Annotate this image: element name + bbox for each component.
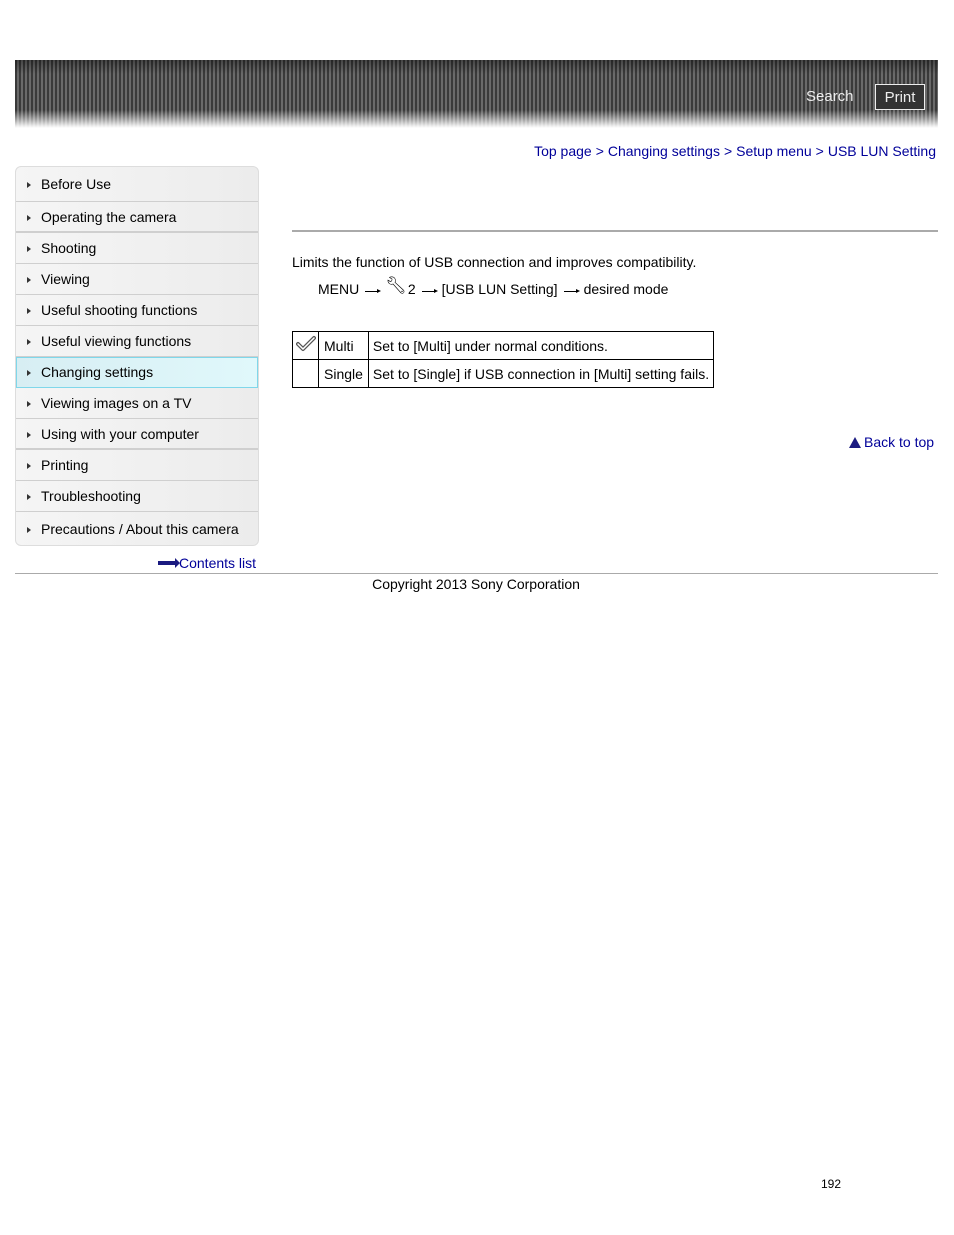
arrow-right-icon bbox=[158, 558, 180, 568]
sidebar-item-useful-shooting-functions[interactable]: Useful shooting functions bbox=[16, 295, 258, 326]
option-name: Single bbox=[318, 359, 369, 388]
sidebar-item-label: Operating the camera bbox=[41, 208, 177, 225]
breadcrumb-setup-menu[interactable]: Setup menu bbox=[736, 143, 812, 159]
table-row: Multi Set to [Multi] under normal condit… bbox=[292, 331, 715, 360]
sidebar-item-label: Using with your computer bbox=[41, 425, 199, 442]
breadcrumb-separator: > bbox=[723, 143, 733, 159]
arrow-right-icon bbox=[563, 288, 580, 293]
triangle-right-icon bbox=[27, 431, 31, 438]
sidebar-item-operating-the-camera[interactable]: Operating the camera bbox=[16, 202, 258, 233]
triangle-right-icon bbox=[27, 494, 31, 500]
triangle-right-icon bbox=[27, 370, 31, 376]
search-link[interactable]: Search bbox=[806, 88, 854, 105]
breadcrumb-usb-lun-setting[interactable]: USB LUN Setting bbox=[828, 143, 936, 159]
sidebar-item-changing-settings[interactable]: Changing settings bbox=[16, 357, 258, 388]
contents-list-label: Contents list bbox=[179, 555, 257, 571]
page-number: 192 bbox=[821, 1177, 842, 1191]
breadcrumb-separator: > bbox=[815, 143, 824, 159]
setup-page-number: 2 bbox=[407, 281, 416, 297]
breadcrumb: Top page > Changing settings > Setup menu > US… bbox=[534, 143, 936, 159]
sidebar-item-before-use[interactable]: Before Use bbox=[16, 167, 258, 202]
sidebar-item-useful-viewing-functions[interactable]: Useful viewing functions bbox=[16, 326, 258, 357]
arrow-right-icon bbox=[421, 288, 438, 293]
table-row: Single Set to [Single] if USB connection… bbox=[292, 359, 715, 388]
sidebar-item-shooting[interactable]: Shooting bbox=[16, 233, 258, 264]
header-banner bbox=[15, 60, 938, 128]
sidebar-item-label: Viewing images on a TV bbox=[41, 395, 192, 411]
sidebar-item-label: Viewing bbox=[41, 271, 90, 287]
triangle-right-icon bbox=[27, 401, 31, 407]
sidebar-item-printing[interactable]: Printing bbox=[16, 450, 258, 481]
sidebar-item-label: Before Use bbox=[41, 176, 112, 192]
sidebar-item-label: Changing settings bbox=[41, 364, 154, 380]
wrench-icon: 🔧︎ bbox=[385, 276, 407, 295]
copyright-text: Copyright 2013 Sony Corporation bbox=[372, 576, 580, 592]
option-name: Multi bbox=[318, 331, 369, 360]
option-description: Set to [Single] if USB connection in [Mu… bbox=[367, 359, 715, 388]
sidebar-item-label: Useful viewing functions bbox=[41, 333, 192, 349]
back-to-top-link[interactable]: Back to top bbox=[849, 434, 934, 450]
checkmark-icon bbox=[295, 336, 316, 351]
sidebar-nav: Before Use Operating the camera Shooting… bbox=[15, 166, 259, 546]
sidebar-item-label: Shooting bbox=[41, 240, 97, 256]
triangle-right-icon bbox=[27, 339, 31, 345]
sidebar-item-label: Printing bbox=[41, 457, 89, 473]
arrow-right-icon bbox=[365, 288, 382, 293]
triangle-right-icon bbox=[27, 463, 31, 469]
triangle-right-icon bbox=[27, 246, 31, 252]
sidebar-item-label: Troubleshooting bbox=[41, 488, 141, 504]
breadcrumb-changing-settings[interactable]: Changing settings bbox=[608, 143, 720, 159]
print-button[interactable]: Print bbox=[875, 84, 925, 110]
default-indicator-cell bbox=[292, 359, 319, 388]
contents-list-link[interactable]: Contents list bbox=[158, 555, 256, 571]
sidebar-item-label: Precautions / About this camera bbox=[41, 520, 239, 537]
menu-path: MENU 🔧︎ 2 [USB LUN Setting] desired mode bbox=[318, 276, 669, 299]
menu-item-label: [USB LUN Setting] bbox=[441, 281, 558, 297]
sidebar-item-label: Useful shooting functions bbox=[41, 302, 198, 318]
copyright: Copyright 2013 Sony Corporation bbox=[0, 576, 954, 592]
sidebar-item-viewing[interactable]: Viewing bbox=[16, 264, 258, 295]
triangle-right-icon bbox=[27, 214, 31, 221]
default-indicator-cell bbox=[292, 331, 319, 360]
triangle-right-icon bbox=[27, 526, 31, 533]
back-to-top-label: Back to top bbox=[864, 434, 935, 450]
sidebar-item-precautions[interactable]: Precautions / About this camera bbox=[16, 512, 258, 545]
title-divider bbox=[292, 230, 938, 232]
triangle-right-icon bbox=[27, 277, 31, 283]
sidebar-item-troubleshooting[interactable]: Troubleshooting bbox=[16, 481, 258, 512]
menu-label: MENU bbox=[318, 281, 360, 297]
sidebar-item-viewing-images-on-a-tv[interactable]: Viewing images on a TV bbox=[16, 388, 258, 419]
triangle-right-icon bbox=[27, 182, 31, 188]
footer-divider bbox=[15, 573, 938, 574]
option-description: Set to [Multi] under normal conditions. bbox=[367, 331, 715, 360]
description: Limits the function of USB connection an… bbox=[292, 254, 697, 270]
breadcrumb-top-page[interactable]: Top page bbox=[534, 143, 592, 159]
triangle-right-icon bbox=[27, 308, 31, 314]
triangle-up-icon bbox=[849, 436, 861, 448]
options-table: Multi Set to [Multi] under normal condit… bbox=[292, 331, 715, 388]
sidebar-item-using-with-your-computer[interactable]: Using with your computer bbox=[16, 419, 258, 450]
menu-final-label: desired mode bbox=[583, 281, 669, 297]
breadcrumb-separator: > bbox=[595, 143, 604, 159]
